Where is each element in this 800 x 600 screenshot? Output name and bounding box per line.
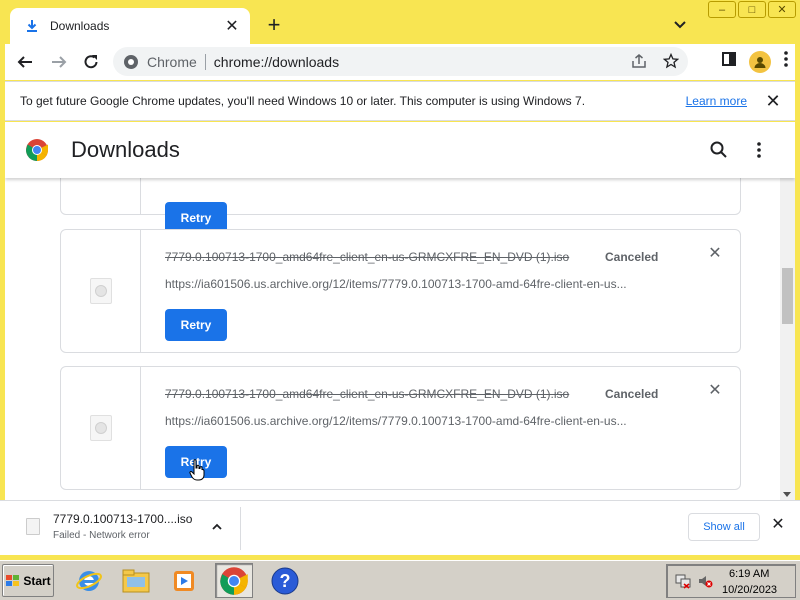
media-player-icon[interactable] xyxy=(165,563,203,598)
clock-time[interactable]: 6:19 AM xyxy=(729,568,769,580)
address-bar[interactable]: Chrome chrome://downloads xyxy=(113,47,688,76)
kebab-menu-icon[interactable] xyxy=(783,50,789,73)
volume-muted-icon[interactable] xyxy=(697,573,713,589)
person-icon xyxy=(754,56,766,68)
profile-avatar[interactable] xyxy=(749,50,771,73)
shelf-item-status: Failed - Network error xyxy=(53,530,150,541)
download-status: Canceled xyxy=(605,387,659,401)
disc-file-icon xyxy=(89,415,112,441)
download-url[interactable]: https://ia601506.us.archive.org/12/items… xyxy=(165,414,627,428)
start-button[interactable]: Start xyxy=(2,564,54,597)
forward-button[interactable] xyxy=(47,50,71,74)
page-title: Downloads xyxy=(71,137,180,162)
download-shelf: 7779.0.100713-1700....iso Failed - Netwo… xyxy=(0,500,800,555)
browser-window: Downloads ✕ + – □ ✕ Chrome chrome://down… xyxy=(0,0,800,560)
window-controls: – □ ✕ xyxy=(708,1,796,18)
chrome-taskbar-icon[interactable] xyxy=(215,563,253,598)
show-all-button[interactable]: Show all xyxy=(688,513,760,541)
bookmark-star-icon[interactable] xyxy=(662,52,680,70)
system-tray: 6:19 AM 10/20/2023 xyxy=(666,564,796,598)
clock-date[interactable]: 10/20/2023 xyxy=(722,584,777,596)
download-card: 7779.0.100713-1700_amd64fre_client_en-us… xyxy=(60,229,741,353)
download-filename[interactable]: 7779.0.100713-1700_amd64fre_client_en-us… xyxy=(165,250,569,264)
divider xyxy=(204,53,206,70)
infobar-close-icon[interactable]: ✕ xyxy=(765,91,781,112)
tab-title: Downloads xyxy=(50,19,110,33)
remove-download-icon[interactable]: ✕ xyxy=(707,246,723,262)
url-text[interactable]: chrome://downloads xyxy=(214,54,339,70)
downloads-page: Downloads Retry 7779.0.100713-1700_amd64… xyxy=(5,122,795,500)
minimize-button[interactable]: – xyxy=(708,1,736,18)
hand-cursor-icon xyxy=(189,459,205,481)
remove-download-icon[interactable]: ✕ xyxy=(707,383,723,399)
download-status: Canceled xyxy=(605,250,659,264)
close-window-button[interactable]: ✕ xyxy=(768,1,796,18)
page-header: Downloads xyxy=(5,122,795,178)
internet-explorer-icon[interactable] xyxy=(70,563,108,598)
help-icon[interactable]: ? xyxy=(266,563,304,598)
file-icon-column xyxy=(61,230,141,352)
windows-taskbar: Start ? 6:19 AM 10/20/2023 xyxy=(0,560,800,600)
shelf-item-name[interactable]: 7779.0.100713-1700....iso xyxy=(53,512,192,526)
svg-text:?: ? xyxy=(280,571,291,591)
start-label: Start xyxy=(23,573,51,588)
browser-toolbar: Chrome chrome://downloads xyxy=(5,44,795,80)
file-icon-column xyxy=(61,367,141,489)
windows-logo-icon xyxy=(6,574,20,586)
reload-icon xyxy=(84,55,98,69)
chrome-site-icon xyxy=(124,54,138,69)
new-tab-button[interactable]: + xyxy=(262,14,286,38)
scrollbar-thumb[interactable] xyxy=(782,268,793,324)
forward-arrow-icon xyxy=(52,56,67,68)
infobar-message: To get future Google Chrome updates, you… xyxy=(20,94,586,108)
disc-file-icon xyxy=(89,278,112,304)
back-button[interactable] xyxy=(13,50,37,74)
search-icon[interactable] xyxy=(709,140,729,160)
update-infobar: To get future Google Chrome updates, you… xyxy=(5,81,795,121)
tab-close-icon[interactable]: ✕ xyxy=(222,16,242,36)
site-name: Chrome xyxy=(147,53,197,70)
download-icon xyxy=(24,18,40,34)
tab-strip: Downloads ✕ + – □ ✕ xyxy=(0,0,800,44)
side-panel-icon[interactable] xyxy=(721,51,737,72)
chrome-logo-icon xyxy=(26,139,48,161)
scroll-down-arrow-icon[interactable] xyxy=(783,492,791,497)
shelf-close-icon[interactable]: ✕ xyxy=(770,517,786,533)
page-scrollbar[interactable] xyxy=(780,178,795,500)
reload-button[interactable] xyxy=(79,50,103,74)
maximize-button[interactable]: □ xyxy=(738,1,766,18)
back-arrow-icon xyxy=(17,56,32,68)
share-icon[interactable] xyxy=(630,52,648,70)
tab-search-chevron-icon[interactable] xyxy=(670,14,690,34)
download-filename[interactable]: 7779.0.100713-1700_amd64fre_client_en-us… xyxy=(165,387,569,401)
download-url[interactable]: https://ia601506.us.archive.org/12/items… xyxy=(165,277,627,291)
network-icon[interactable] xyxy=(675,573,691,589)
more-menu-icon[interactable] xyxy=(749,140,769,160)
download-card: 7779.0.100713-1700_amd64fre_client_en-us… xyxy=(60,366,741,490)
learn-more-link[interactable]: Learn more xyxy=(686,94,747,108)
file-explorer-icon[interactable] xyxy=(117,563,155,598)
chevron-up-icon[interactable] xyxy=(208,518,226,536)
divider xyxy=(240,507,241,550)
file-icon xyxy=(26,518,40,535)
retry-button[interactable]: Retry xyxy=(165,309,227,341)
tab-downloads[interactable]: Downloads ✕ xyxy=(10,8,250,44)
